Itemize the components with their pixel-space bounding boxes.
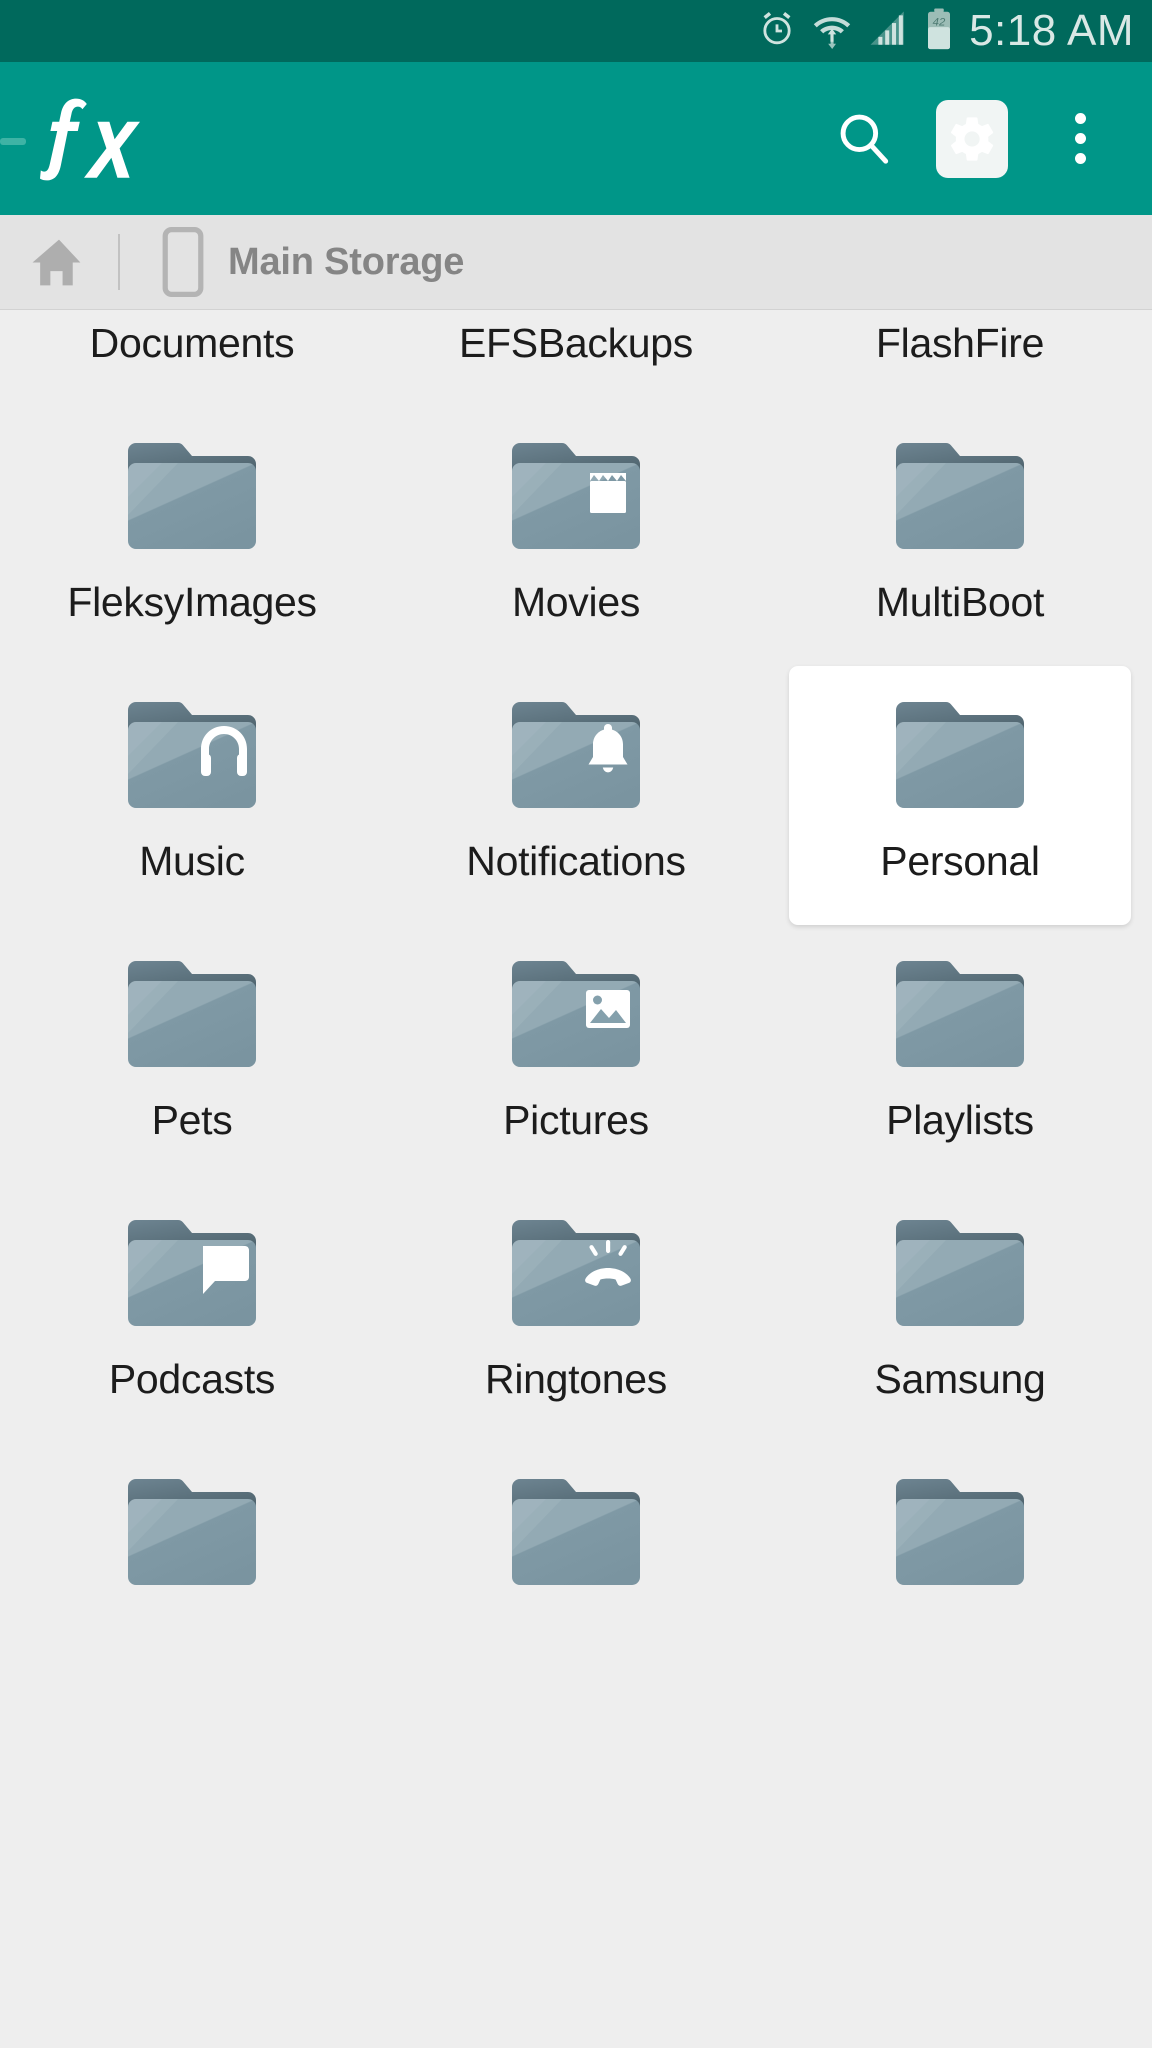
- folder-icon-slot: [502, 678, 650, 833]
- folder-icon: [896, 701, 1024, 808]
- image-icon: [586, 989, 630, 1028]
- folder-icon-slot: [502, 937, 650, 1092]
- folder-item[interactable]: FlashFire: [768, 310, 1152, 407]
- breadcrumb-label: Main Storage: [228, 240, 465, 283]
- folder-icon-slot: [118, 678, 266, 833]
- folder-label: EFSBackups: [459, 320, 693, 366]
- folder-label: Ringtones: [485, 1356, 667, 1402]
- gear-icon: [951, 116, 994, 161]
- folder-item[interactable]: FleksyImages: [0, 407, 384, 666]
- folder-label: Documents: [89, 320, 295, 366]
- folder-icon-slot: [118, 1455, 266, 1610]
- folder-icon: [512, 1219, 640, 1326]
- gear-icon-background: [936, 99, 1008, 178]
- folder-icon-slot: [502, 419, 650, 574]
- app-bar: [0, 62, 1152, 215]
- folder-icon-slot: [886, 1196, 1034, 1351]
- folder-item[interactable]: [0, 1443, 384, 1702]
- folder-item[interactable]: EFSBackups: [384, 310, 768, 407]
- folder-label: FlashFire: [875, 320, 1045, 366]
- status-bar: 42 5:18 AM: [0, 0, 1152, 62]
- battery-icon: 42: [923, 7, 955, 56]
- folder-item[interactable]: Playlists: [768, 925, 1152, 1184]
- folder-icon: [896, 960, 1024, 1067]
- folder-label: Pictures: [503, 1097, 649, 1143]
- folder-icon-slot: [502, 1196, 650, 1351]
- folder-icon: [512, 960, 640, 1067]
- folder-icon-slot: [502, 310, 650, 315]
- wifi-icon: [811, 8, 853, 55]
- folder-icon: [512, 1478, 640, 1585]
- folder-item[interactable]: Pictures: [384, 925, 768, 1184]
- folder-label: Personal: [880, 838, 1040, 884]
- folder-label: Movies: [511, 579, 641, 625]
- folder-label: Music: [139, 838, 245, 884]
- folder-icon-slot: [886, 937, 1034, 1092]
- folder-item[interactable]: Samsung: [768, 1184, 1152, 1443]
- folder-label: Playlists: [886, 1097, 1034, 1143]
- folder-item[interactable]: Personal: [768, 666, 1152, 925]
- folder-item[interactable]: Movies: [384, 407, 768, 666]
- folder-label: MultiBoot: [875, 579, 1045, 625]
- search-button[interactable]: [810, 85, 918, 193]
- folder-icon-slot: [118, 310, 266, 315]
- phone-icon: [162, 227, 204, 297]
- app-logo[interactable]: [40, 96, 148, 182]
- folder-item[interactable]: Pets: [0, 925, 384, 1184]
- home-icon: [32, 239, 81, 286]
- settings-button[interactable]: [918, 85, 1026, 193]
- status-icons: 42: [757, 7, 955, 56]
- folder-label: Notifications: [466, 838, 686, 884]
- folder-icon-slot: [886, 678, 1034, 833]
- folder-icon: [128, 1478, 256, 1585]
- file-grid: Documents EFSBackups FlashFire FleksyImages…: [0, 310, 1152, 1702]
- app-bar-actions: [810, 85, 1152, 193]
- folder-item[interactable]: Documents: [0, 310, 384, 407]
- search-icon: [840, 114, 889, 164]
- folder-icon: [128, 1219, 256, 1326]
- folder-icon: [128, 701, 256, 808]
- folder-icon-slot: [118, 419, 266, 574]
- overflow-menu-button[interactable]: [1026, 85, 1134, 193]
- more-vertical-icon: [1074, 113, 1086, 164]
- alarm-icon: [757, 8, 797, 55]
- folder-icon-slot: [502, 1455, 650, 1610]
- folder-item[interactable]: Podcasts: [0, 1184, 384, 1443]
- folder-icon: [128, 442, 256, 549]
- breadcrumb-item-main-storage[interactable]: Main Storage: [120, 215, 488, 310]
- folder-icon: [128, 960, 256, 1067]
- folder-icon-slot: [118, 1196, 266, 1351]
- folder-item[interactable]: [384, 1443, 768, 1702]
- folder-item[interactable]: Ringtones: [384, 1184, 768, 1443]
- folder-icon-slot: [886, 310, 1034, 315]
- battery-level-text: 42: [933, 16, 946, 28]
- folder-item[interactable]: Notifications: [384, 666, 768, 925]
- folder-label: Pets: [151, 1097, 233, 1143]
- folder-icon: [896, 1478, 1024, 1585]
- fx-logo-icon: [40, 98, 140, 180]
- folder-icon-slot: [886, 1455, 1034, 1610]
- folder-icon: [896, 1219, 1024, 1326]
- file-grid-scroll[interactable]: Documents EFSBackups FlashFire FleksyImages…: [0, 310, 1152, 2048]
- folder-label: Podcasts: [108, 1356, 276, 1402]
- folder-item[interactable]: [768, 1443, 1152, 1702]
- folder-icon: [896, 442, 1024, 549]
- folder-item[interactable]: Music: [0, 666, 384, 925]
- folder-label: FleksyImages: [67, 579, 317, 625]
- breadcrumb-home-button[interactable]: [0, 215, 118, 310]
- status-clock: 5:18 AM: [969, 6, 1134, 55]
- signal-icon: [867, 8, 909, 55]
- folder-icon-slot: [118, 937, 266, 1092]
- folder-item[interactable]: MultiBoot: [768, 407, 1152, 666]
- folder-icon: [512, 701, 640, 808]
- folder-icon: [512, 442, 640, 549]
- folder-icon-slot: [886, 419, 1034, 574]
- folder-label: Samsung: [874, 1356, 1046, 1402]
- breadcrumb: Main Storage: [0, 215, 1152, 310]
- drawer-handle[interactable]: [0, 138, 26, 145]
